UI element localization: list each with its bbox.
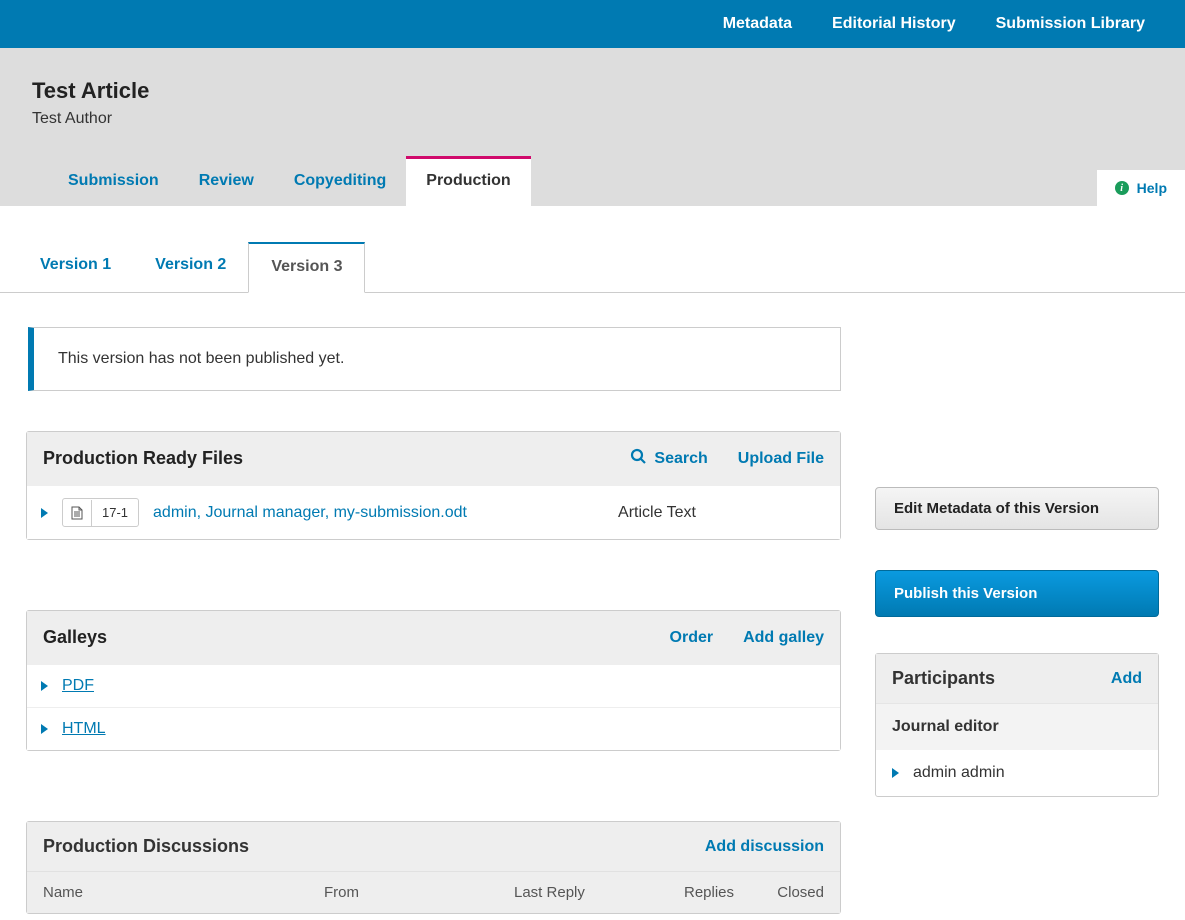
file-badge: 17-1: [62, 498, 139, 527]
tab-version-3[interactable]: Version 3: [248, 242, 365, 293]
publish-version-button[interactable]: Publish this Version: [875, 570, 1159, 617]
tab-version-1[interactable]: Version 1: [18, 242, 133, 292]
panel-actions: Search Upload File: [630, 448, 824, 469]
add-galley-link[interactable]: Add galley: [743, 629, 824, 647]
discussions-panel: Production Discussions Add discussion Na…: [26, 821, 841, 914]
galley-link-html[interactable]: HTML: [62, 720, 106, 738]
header-area: Test Article Test Author Submission Revi…: [0, 48, 1185, 206]
version-tabs-wrap: Version 1 Version 2 Version 3: [0, 206, 1185, 293]
galleys-panel: Galleys Order Add galley PDF HTML: [26, 610, 841, 751]
panel-header: Participants Add: [876, 654, 1158, 703]
panel-header: Production Discussions Add discussion: [27, 822, 840, 871]
production-files-panel: Production Ready Files Search Upload Fil…: [26, 431, 841, 540]
file-type: Article Text: [618, 504, 826, 522]
file-name-link[interactable]: admin, Journal manager, my-submission.od…: [153, 504, 467, 522]
file-row: 17-1 admin, Journal manager, my-submissi…: [27, 485, 840, 539]
participant-role: Journal editor: [876, 703, 1158, 750]
workflow-tabs: Submission Review Copyediting Production: [32, 156, 1153, 206]
expand-icon[interactable]: [41, 724, 48, 734]
version-status-notice: This version has not been published yet.: [28, 327, 841, 391]
panel-header: Production Ready Files Search Upload Fil…: [27, 432, 840, 485]
article-author: Test Author: [32, 110, 1153, 128]
panel-title: Production Ready Files: [43, 448, 243, 469]
tab-review[interactable]: Review: [179, 156, 274, 206]
tab-copyediting[interactable]: Copyediting: [274, 156, 406, 206]
left-column: This version has not been published yet.…: [26, 327, 841, 914]
top-nav: Metadata Editorial History Submission Li…: [0, 0, 1185, 48]
panel-title: Galleys: [43, 627, 107, 648]
file-id: 17-1: [92, 499, 138, 526]
galley-link-pdf[interactable]: PDF: [62, 677, 94, 695]
discussion-columns: Name From Last Reply Replies Closed: [27, 871, 840, 913]
tab-submission[interactable]: Submission: [48, 156, 179, 206]
panel-header: Galleys Order Add galley: [27, 611, 840, 664]
panel-title: Participants: [892, 668, 995, 689]
version-tabs: Version 1 Version 2 Version 3: [0, 206, 1185, 292]
col-replies: Replies: [684, 884, 764, 901]
expand-icon[interactable]: [41, 508, 48, 518]
col-closed: Closed: [764, 884, 824, 901]
galley-row-pdf: PDF: [27, 664, 840, 707]
participant-name: admin admin: [913, 764, 1005, 782]
col-last-reply: Last Reply: [514, 884, 684, 901]
search-icon: [630, 448, 646, 469]
help-button[interactable]: i Help: [1097, 170, 1185, 206]
participants-panel: Participants Add Journal editor admin ad…: [875, 653, 1159, 797]
col-name: Name: [43, 884, 324, 901]
info-icon: i: [1115, 181, 1129, 195]
document-icon: [63, 500, 92, 526]
nav-submission-library[interactable]: Submission Library: [996, 15, 1145, 33]
col-from: From: [324, 884, 514, 901]
right-column: Edit Metadata of this Version Publish th…: [875, 327, 1159, 914]
search-files-link[interactable]: Search: [630, 448, 707, 469]
upload-file-link[interactable]: Upload File: [738, 448, 824, 469]
edit-metadata-button[interactable]: Edit Metadata of this Version: [875, 487, 1159, 530]
order-galleys-link[interactable]: Order: [670, 629, 714, 647]
expand-icon[interactable]: [892, 768, 899, 778]
panel-actions: Order Add galley: [670, 629, 824, 647]
galley-row-html: HTML: [27, 707, 840, 750]
tab-production[interactable]: Production: [406, 156, 530, 206]
panel-title: Production Discussions: [43, 836, 249, 857]
nav-editorial-history[interactable]: Editorial History: [832, 15, 956, 33]
search-label: Search: [654, 450, 707, 468]
participant-row: admin admin: [876, 750, 1158, 796]
article-title: Test Article: [32, 78, 1153, 104]
add-participant-link[interactable]: Add: [1111, 670, 1142, 688]
help-label: Help: [1137, 180, 1167, 196]
expand-icon[interactable]: [41, 681, 48, 691]
tab-version-2[interactable]: Version 2: [133, 242, 248, 292]
nav-metadata[interactable]: Metadata: [723, 15, 792, 33]
content: This version has not been published yet.…: [0, 327, 1185, 914]
add-discussion-link[interactable]: Add discussion: [705, 838, 824, 856]
